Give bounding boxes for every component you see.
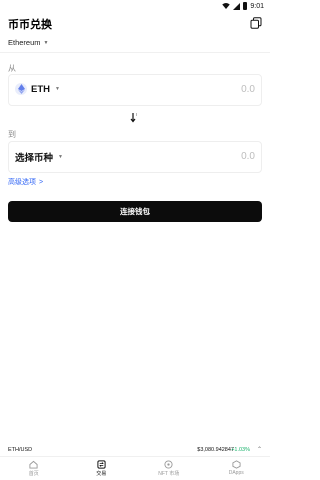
chevron-down-icon: ▼ [43, 39, 49, 46]
advanced-options-link[interactable]: 高级选项 > [8, 177, 43, 187]
tab-label: NFT 市场 [158, 471, 180, 477]
bottom-tab-bar: 首页 交易 NFT 市场 DApps [0, 456, 270, 480]
network-name: Ethereum [8, 38, 41, 47]
page-title: 币币兑换 [8, 19, 52, 31]
eth-icon [15, 83, 27, 95]
battery-icon [243, 2, 248, 10]
dapps-icon [232, 460, 241, 469]
home-icon [29, 460, 38, 469]
header: 币币兑换 [8, 15, 262, 33]
from-token-name: ETH [31, 83, 50, 95]
status-indicators: 9:01 [222, 2, 264, 10]
tab-trade[interactable]: 交易 [68, 457, 136, 480]
status-time: 9:01 [250, 2, 264, 10]
network-selector[interactable]: Ethereum ▼ [8, 38, 48, 47]
ticker-change: +1.03% [231, 447, 250, 453]
tab-label: 首页 [28, 471, 39, 477]
to-amount-input[interactable]: 0.0 [241, 151, 255, 162]
to-token-box: 选择币种 ▼ 0.0 [8, 141, 262, 173]
chevron-up-icon[interactable]: ⌃ [257, 446, 262, 453]
to-token-select[interactable]: 选择币种 ▼ [15, 150, 63, 164]
to-label: 到 [8, 130, 16, 139]
wifi-icon [222, 3, 231, 9]
tab-nft-market[interactable]: NFT 市场 [135, 457, 203, 480]
ticker-price: $3,080.942847 [197, 447, 234, 453]
from-token-box: ETH ▼ 0.0 [8, 74, 262, 106]
to-token-name: 选择币种 [15, 153, 54, 164]
tab-label: DApps [228, 470, 244, 476]
status-bar: 9:01 [0, 0, 270, 14]
advanced-options-label: 高级选项 [8, 179, 36, 186]
swap-direction-icon[interactable] [128, 111, 140, 123]
copy-icon[interactable] [250, 17, 262, 29]
tab-dapps[interactable]: DApps [203, 457, 271, 480]
price-ticker: ETH/USD $3,080.942847 +1.03% ⌃ [0, 444, 270, 456]
header-divider [0, 52, 270, 53]
nft-market-icon [164, 460, 173, 469]
ticker-pair: ETH/USD [8, 447, 33, 453]
chevron-down-icon: ▼ [55, 86, 60, 92]
signal-icon [233, 2, 241, 10]
trade-icon [97, 460, 106, 469]
chevron-down-icon: ▼ [58, 154, 63, 160]
from-amount-input[interactable]: 0.0 [241, 84, 255, 95]
from-label: 从 [8, 64, 16, 73]
tab-home[interactable]: 首页 [0, 457, 68, 480]
chevron-right-icon: > [39, 178, 44, 186]
connect-wallet-button[interactable]: 连接钱包 [8, 201, 262, 222]
from-token-select[interactable]: ETH ▼ [15, 83, 60, 95]
tab-label: 交易 [96, 471, 107, 477]
